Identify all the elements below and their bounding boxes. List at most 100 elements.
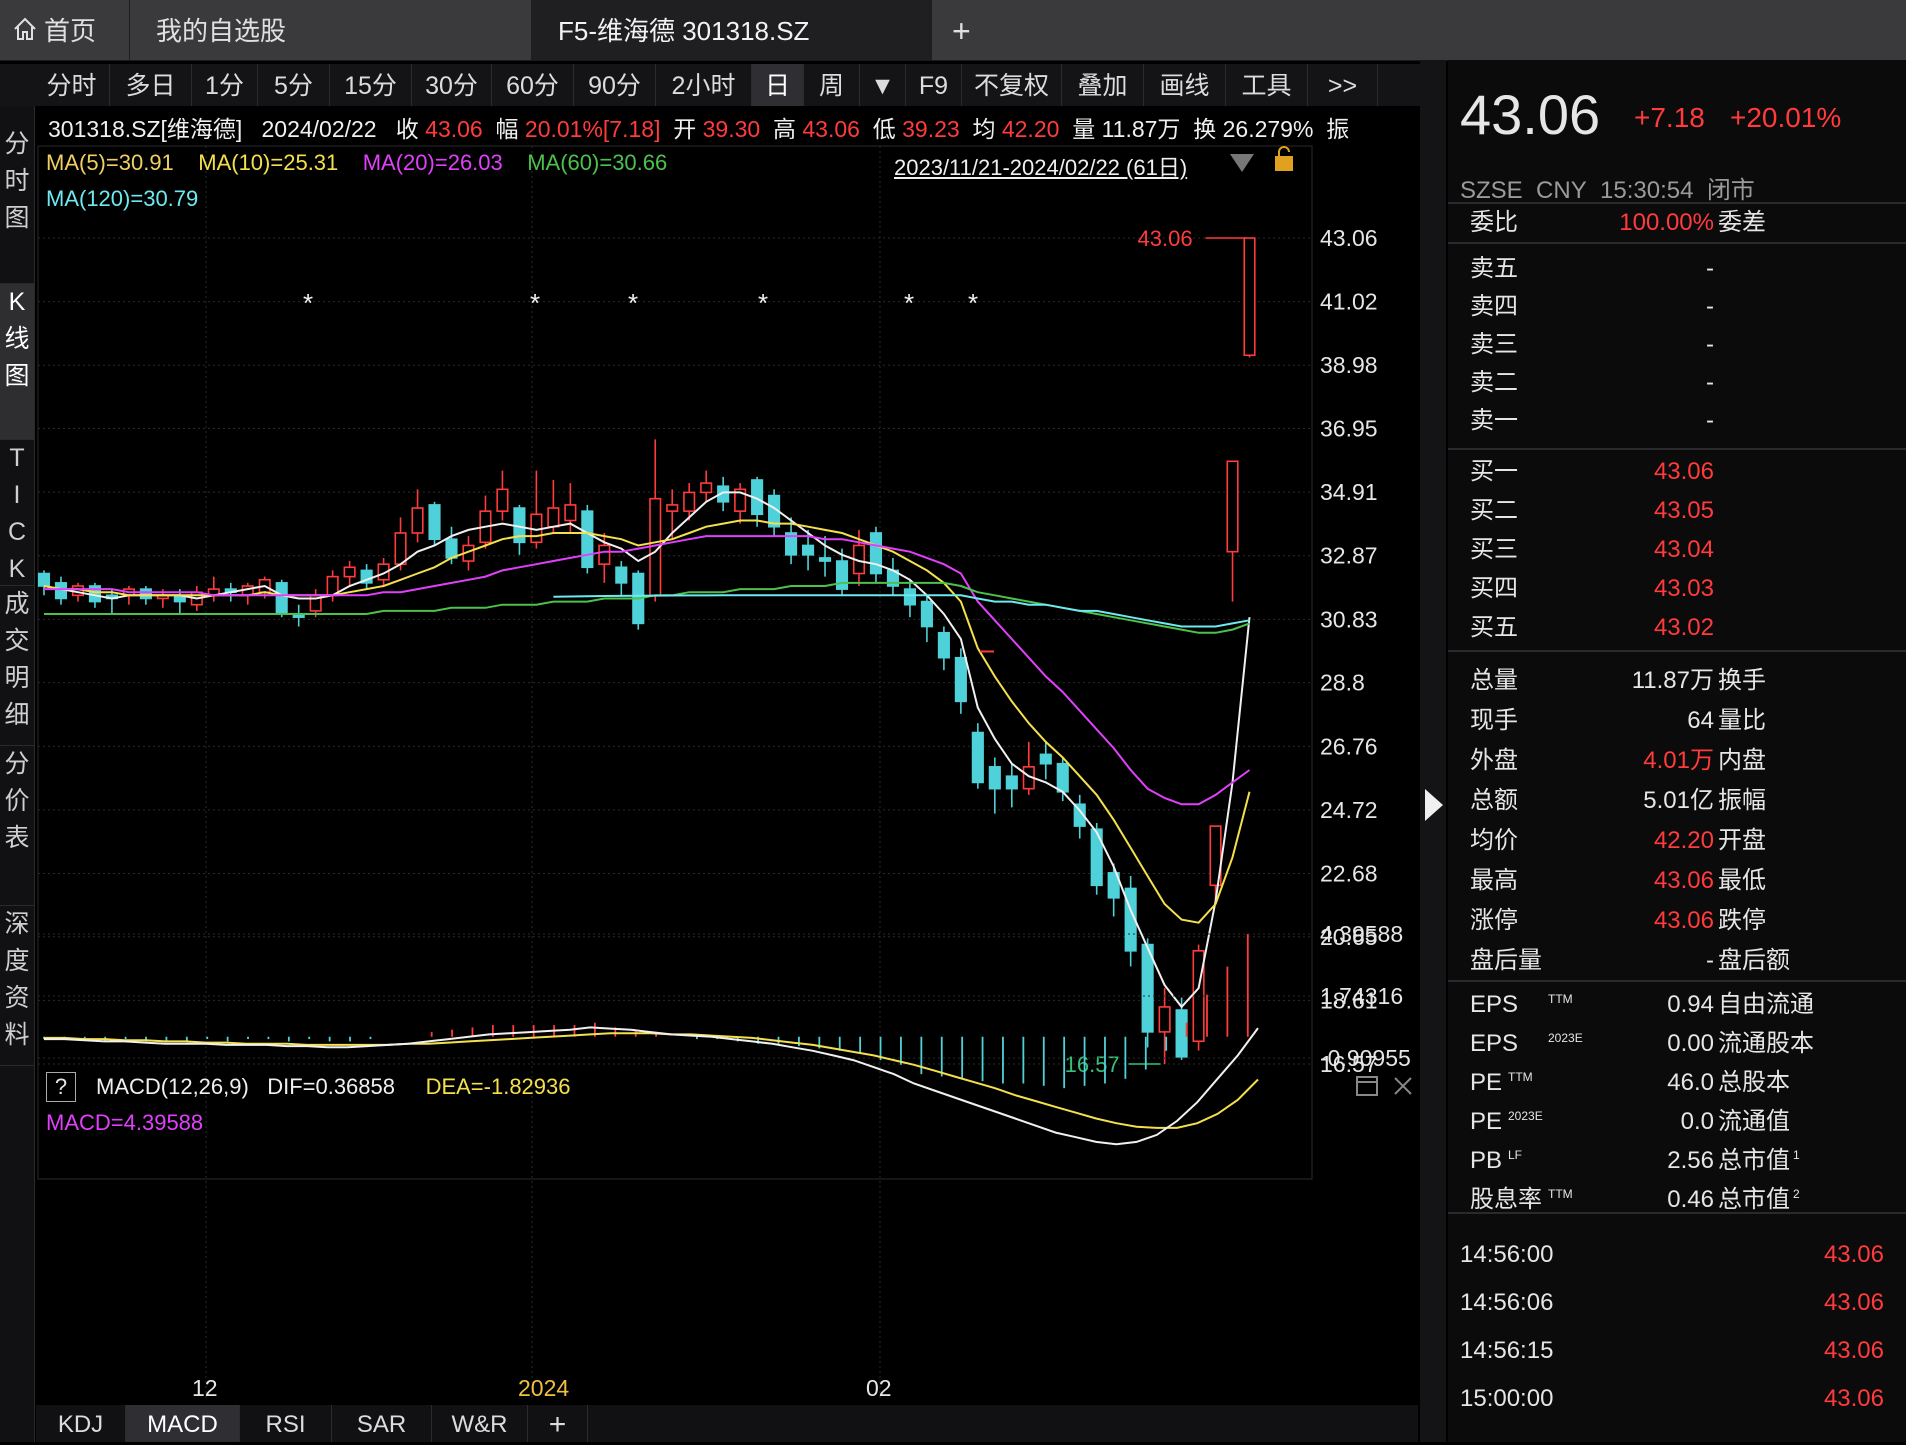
left-vertical-nav: 分 时 图K 线 图T I C K成 交 明 细分 价 表深 度 资 料 <box>0 106 35 1442</box>
left-nav-item-1[interactable]: K 线 图 <box>0 284 34 440</box>
divider <box>1448 1212 1906 1214</box>
range-dropdown-icon[interactable] <box>1228 152 1256 179</box>
period-2[interactable]: 1分 <box>192 64 258 106</box>
indicator-tab-sar[interactable]: SAR <box>332 1405 432 1442</box>
info-open-label: 开 <box>673 116 697 142</box>
stat-value: 43.06 <box>1653 907 1714 934</box>
divider <box>1448 242 1906 244</box>
tick-time: 14:56:06 <box>1460 1289 1554 1316</box>
period-4[interactable]: 15分 <box>330 64 412 106</box>
stat-label-right: 内盘 <box>1718 747 1766 774</box>
ask-label: 卖一 <box>1470 407 1518 434</box>
ma120-legend: MA(120)=30.79 <box>46 186 199 211</box>
price-change: +7.18 <box>1634 102 1705 133</box>
weibi-label: 委比 <box>1470 209 1518 236</box>
lock-icon[interactable] <box>1272 146 1296 179</box>
candle-down <box>937 631 950 659</box>
ask-row: 卖四 - <box>1448 290 1906 324</box>
event-star-icon: * <box>530 288 540 318</box>
period-15[interactable]: 画线 <box>1144 64 1226 106</box>
period-0[interactable]: 分时 <box>34 64 110 106</box>
divider <box>1448 202 1906 204</box>
candle-down <box>954 656 967 703</box>
window-icon[interactable] <box>1356 1076 1378 1101</box>
stat-label: 总额 <box>1470 787 1518 814</box>
period-16[interactable]: 工具 <box>1226 64 1308 106</box>
macd-value: MACD=4.39588 <box>46 1110 204 1135</box>
macd-help-button[interactable]: ? <box>46 1072 76 1102</box>
period-5[interactable]: 30分 <box>412 64 492 106</box>
period-7[interactable]: 90分 <box>574 64 656 106</box>
indicator-tab-macd[interactable]: MACD <box>126 1405 240 1442</box>
period-8[interactable]: 2小时 <box>656 64 752 106</box>
candle-down <box>445 538 458 559</box>
candle-up <box>343 566 356 578</box>
stat-row: 总额 5.01亿 振幅 <box>1448 784 1906 818</box>
info-close-label: 收 <box>395 116 419 142</box>
left-nav-item-0[interactable]: 分 时 图 <box>0 126 34 284</box>
bid-row: 买二 43.05 <box>1448 494 1906 528</box>
left-nav-item-4[interactable]: 分 价 表 <box>0 746 34 906</box>
currency: CNY <box>1536 177 1587 204</box>
kline-chart[interactable]: 43.06 41.02 38.98 36.95 34.91 32.87 30.83 28.8 2… <box>36 106 1418 1406</box>
bid-price: 43.03 <box>1653 575 1714 602</box>
bid-row: 买四 43.03 <box>1448 572 1906 606</box>
indicator-tab-kdj[interactable]: KDJ <box>36 1405 126 1442</box>
fundamental-label-sup: TTM <box>1548 992 1573 1006</box>
period-11[interactable]: ▼ <box>860 64 906 106</box>
fundamental-label-right: 总市值 <box>1718 1147 1790 1174</box>
period-10[interactable]: 周 <box>804 64 860 106</box>
ma60-legend: MA(60)=30.66 <box>527 150 668 175</box>
period-9[interactable]: 日 <box>752 64 804 106</box>
stat-label-right: 振幅 <box>1718 787 1766 814</box>
y-tick-label: 38.98 <box>1320 352 1378 378</box>
period-14[interactable]: 叠加 <box>1062 64 1144 106</box>
period-toolbar: 分时 多日 1分 5分 15分 30分 60分 90分 2小时日周 ▼ F9 不复权 叠加 画线 工具 >> <box>0 64 1445 106</box>
period-12[interactable]: F9 <box>906 64 962 106</box>
panel-splitter[interactable] <box>1420 60 1446 1442</box>
divider <box>1448 980 1906 982</box>
candle-down <box>818 557 832 562</box>
y-tick-label: 41.02 <box>1320 289 1378 315</box>
stat-value: 43.06 <box>1653 867 1714 894</box>
period-13[interactable]: 不复权 <box>962 64 1062 106</box>
tick-row: 14:56:06 43.06 <box>1448 1286 1906 1320</box>
stat-value: 11.87万 <box>1631 667 1714 694</box>
expand-arrow-icon[interactable] <box>1423 785 1449 825</box>
left-nav-item-3[interactable]: 成 交 明 细 <box>0 586 34 746</box>
exchange: SZSE <box>1460 177 1523 204</box>
period-6[interactable]: 60分 <box>492 64 574 106</box>
left-nav-item-5[interactable]: 深 度 资 料 <box>0 906 34 1066</box>
left-nav-item-2[interactable]: T I C K <box>0 440 34 586</box>
fundamental-label-right: 流通值 <box>1718 1108 1790 1135</box>
period-17[interactable]: >> <box>1308 64 1378 106</box>
info-low-label: 低 <box>872 116 896 142</box>
stat-label: 最高 <box>1470 867 1518 894</box>
x-axis-label: 02 <box>866 1375 892 1401</box>
event-star-icon: * <box>303 288 313 318</box>
candle-up <box>1243 237 1256 357</box>
stat-value: 4.01万 <box>1643 747 1714 774</box>
info-range-label: 幅 <box>495 116 519 142</box>
bid-label: 买二 <box>1470 497 1518 524</box>
fundamental-label-sup: LF <box>1508 1148 1523 1162</box>
fundamental-label-right: 总股本 <box>1718 1069 1790 1096</box>
ask-row: 卖三 - <box>1448 328 1906 362</box>
fundamental-label-right: 自由流通 <box>1718 991 1814 1018</box>
period-range-selector[interactable]: 2023/11/21-2024/02/22 (61日) <box>894 150 1187 182</box>
indicator-tab-wr[interactable]: W&R <box>432 1405 528 1442</box>
period-3[interactable]: 5分 <box>258 64 330 106</box>
indicator-tab-rsi[interactable]: RSI <box>240 1405 332 1442</box>
period-1[interactable]: 多日 <box>110 64 192 106</box>
tab-home[interactable]: 首页 <box>0 0 130 60</box>
indicator-tab-[interactable]: + <box>528 1405 588 1442</box>
candle-down <box>37 572 51 587</box>
candle-up <box>598 544 611 565</box>
fundamental-label: PE <box>1470 1108 1503 1135</box>
tab-stock[interactable]: F5-维海德 301318.SZ <box>532 0 932 60</box>
y-tick-label: 22.68 <box>1320 860 1378 886</box>
new-tab-button[interactable]: + <box>932 0 1002 60</box>
close-icon[interactable] <box>1393 1076 1413 1101</box>
info-turn-label: 换 <box>1193 116 1217 142</box>
tab-watchlist[interactable]: 我的自选股 <box>130 0 532 60</box>
